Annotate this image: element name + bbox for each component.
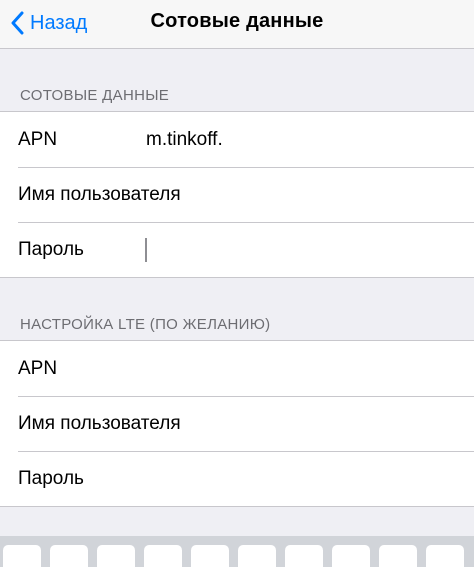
keyboard-key[interactable] (379, 545, 417, 567)
cellular-data-group: APN m.tinkoff. Имя пользователя Пароль (0, 111, 474, 278)
keyboard-key[interactable] (50, 545, 88, 567)
keyboard (0, 536, 474, 567)
keyboard-key[interactable] (332, 545, 370, 567)
apn-row[interactable]: APN m.tinkoff. (0, 112, 474, 167)
password-row[interactable]: Пароль (0, 222, 474, 277)
keyboard-key[interactable] (238, 545, 276, 567)
keyboard-key[interactable] (426, 545, 464, 567)
keyboard-key[interactable] (285, 545, 323, 567)
text-cursor (145, 238, 147, 262)
apn-field[interactable]: m.tinkoff. (146, 129, 223, 151)
section-header-lte-setup: НАСТРОЙКА LTE (ПО ЖЕЛАНИЮ) (20, 316, 271, 333)
navigation-bar: Назад Сотовые данные (0, 0, 474, 49)
username-row[interactable]: Имя пользователя (0, 167, 474, 222)
password-label: Пароль (18, 238, 84, 260)
lte-username-row[interactable]: Имя пользователя (0, 396, 474, 451)
page-title: Сотовые данные (150, 10, 324, 32)
section-header-cellular-data: СОТОВЫЕ ДАННЫЕ (20, 87, 170, 104)
keyboard-key[interactable] (191, 545, 229, 567)
lte-username-label: Имя пользователя (18, 412, 181, 434)
lte-apn-label: APN (18, 357, 58, 379)
username-label: Имя пользователя (18, 183, 181, 205)
keyboard-key[interactable] (97, 545, 135, 567)
lte-password-label: Пароль (18, 467, 84, 489)
lte-password-row[interactable]: Пароль (0, 451, 474, 506)
apn-label: APN (18, 128, 58, 150)
keyboard-key[interactable] (3, 545, 41, 567)
keyboard-key[interactable] (144, 545, 182, 567)
lte-apn-row[interactable]: APN (0, 341, 474, 396)
lte-setup-group: APN Имя пользователя Пароль (0, 340, 474, 507)
